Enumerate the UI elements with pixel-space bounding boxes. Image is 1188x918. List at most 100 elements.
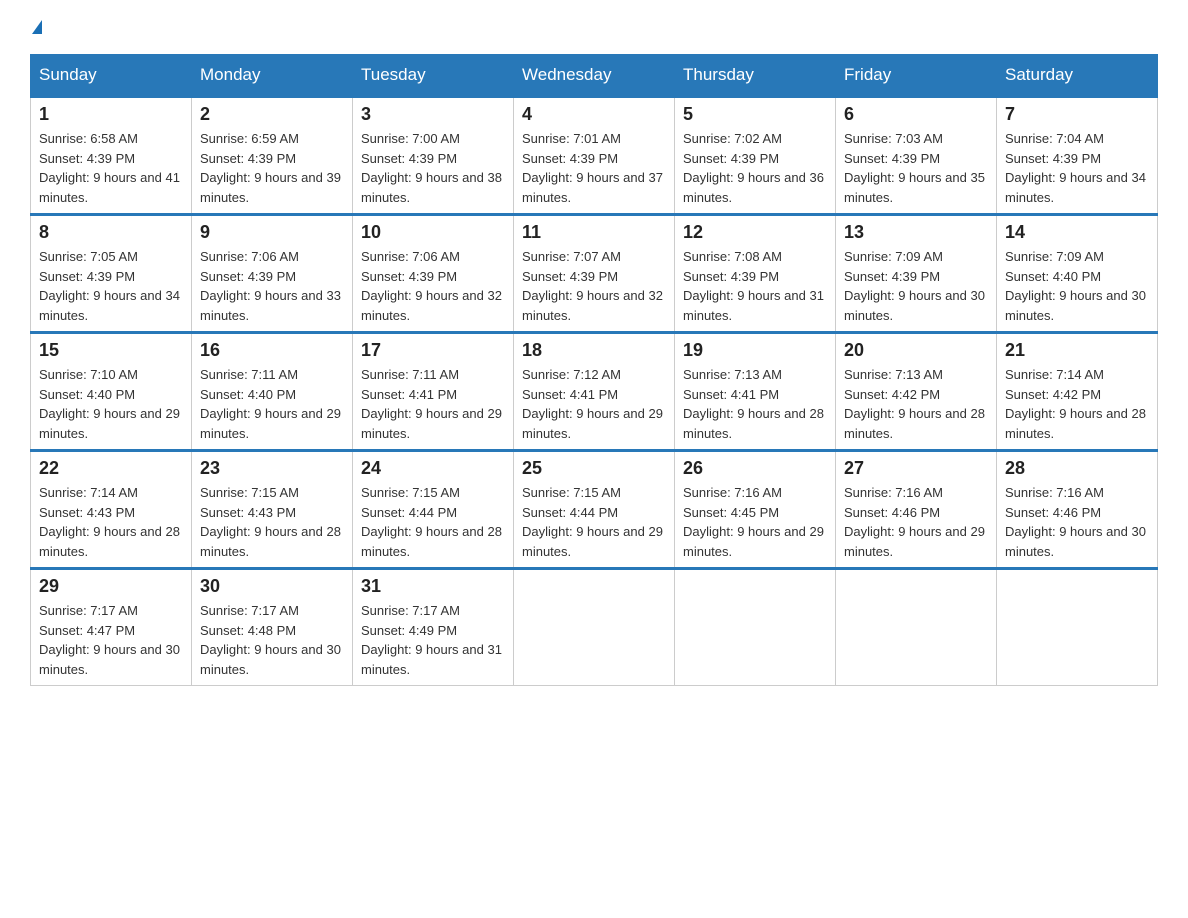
calendar-cell — [675, 569, 836, 686]
day-info: Sunrise: 7:06 AMSunset: 4:39 PMDaylight:… — [200, 247, 344, 325]
day-info: Sunrise: 7:17 AMSunset: 4:47 PMDaylight:… — [39, 601, 183, 679]
logo — [30, 20, 42, 34]
day-number: 23 — [200, 458, 344, 479]
day-number: 6 — [844, 104, 988, 125]
weekday-header-friday: Friday — [836, 55, 997, 97]
day-info: Sunrise: 7:09 AMSunset: 4:40 PMDaylight:… — [1005, 247, 1149, 325]
day-number: 24 — [361, 458, 505, 479]
day-number: 19 — [683, 340, 827, 361]
calendar-cell: 8 Sunrise: 7:05 AMSunset: 4:39 PMDaylight… — [31, 215, 192, 333]
calendar-cell: 19 Sunrise: 7:13 AMSunset: 4:41 PMDayligh… — [675, 333, 836, 451]
calendar-cell: 3 Sunrise: 7:00 AMSunset: 4:39 PMDaylight… — [353, 97, 514, 215]
day-number: 18 — [522, 340, 666, 361]
day-info: Sunrise: 7:14 AMSunset: 4:42 PMDaylight:… — [1005, 365, 1149, 443]
header — [30, 20, 1158, 34]
day-info: Sunrise: 7:02 AMSunset: 4:39 PMDaylight:… — [683, 129, 827, 207]
day-info: Sunrise: 7:11 AMSunset: 4:40 PMDaylight:… — [200, 365, 344, 443]
day-info: Sunrise: 7:09 AMSunset: 4:39 PMDaylight:… — [844, 247, 988, 325]
day-info: Sunrise: 7:17 AMSunset: 4:49 PMDaylight:… — [361, 601, 505, 679]
day-number: 3 — [361, 104, 505, 125]
weekday-header-saturday: Saturday — [997, 55, 1158, 97]
calendar-cell: 23 Sunrise: 7:15 AMSunset: 4:43 PMDayligh… — [192, 451, 353, 569]
calendar-cell: 21 Sunrise: 7:14 AMSunset: 4:42 PMDayligh… — [997, 333, 1158, 451]
day-number: 28 — [1005, 458, 1149, 479]
day-number: 27 — [844, 458, 988, 479]
day-info: Sunrise: 7:01 AMSunset: 4:39 PMDaylight:… — [522, 129, 666, 207]
day-number: 5 — [683, 104, 827, 125]
day-info: Sunrise: 6:58 AMSunset: 4:39 PMDaylight:… — [39, 129, 183, 207]
day-number: 17 — [361, 340, 505, 361]
calendar-cell: 4 Sunrise: 7:01 AMSunset: 4:39 PMDaylight… — [514, 97, 675, 215]
calendar-cell: 13 Sunrise: 7:09 AMSunset: 4:39 PMDayligh… — [836, 215, 997, 333]
weekday-header-row: SundayMondayTuesdayWednesdayThursdayFrid… — [31, 55, 1158, 97]
day-info: Sunrise: 7:08 AMSunset: 4:39 PMDaylight:… — [683, 247, 827, 325]
day-number: 8 — [39, 222, 183, 243]
day-number: 16 — [200, 340, 344, 361]
calendar-cell: 2 Sunrise: 6:59 AMSunset: 4:39 PMDaylight… — [192, 97, 353, 215]
day-info: Sunrise: 7:15 AMSunset: 4:44 PMDaylight:… — [361, 483, 505, 561]
calendar-table: SundayMondayTuesdayWednesdayThursdayFrid… — [30, 54, 1158, 686]
day-info: Sunrise: 7:06 AMSunset: 4:39 PMDaylight:… — [361, 247, 505, 325]
calendar-cell: 28 Sunrise: 7:16 AMSunset: 4:46 PMDayligh… — [997, 451, 1158, 569]
weekday-header-sunday: Sunday — [31, 55, 192, 97]
calendar-cell: 27 Sunrise: 7:16 AMSunset: 4:46 PMDayligh… — [836, 451, 997, 569]
day-info: Sunrise: 6:59 AMSunset: 4:39 PMDaylight:… — [200, 129, 344, 207]
week-row-4: 22Sunrise: 7:14 AMSunset: 4:43 PMDayligh… — [31, 451, 1158, 569]
day-number: 10 — [361, 222, 505, 243]
day-number: 26 — [683, 458, 827, 479]
day-number: 31 — [361, 576, 505, 597]
day-info: Sunrise: 7:07 AMSunset: 4:39 PMDaylight:… — [522, 247, 666, 325]
calendar-cell: 30Sunrise: 7:17 AMSunset: 4:48 PMDayligh… — [192, 569, 353, 686]
day-number: 15 — [39, 340, 183, 361]
day-info: Sunrise: 7:11 AMSunset: 4:41 PMDaylight:… — [361, 365, 505, 443]
calendar-cell: 14 Sunrise: 7:09 AMSunset: 4:40 PMDayligh… — [997, 215, 1158, 333]
calendar-cell: 7 Sunrise: 7:04 AMSunset: 4:39 PMDaylight… — [997, 97, 1158, 215]
day-number: 13 — [844, 222, 988, 243]
week-row-5: 29 Sunrise: 7:17 AMSunset: 4:47 PMDayligh… — [31, 569, 1158, 686]
day-info: Sunrise: 7:05 AMSunset: 4:39 PMDaylight:… — [39, 247, 183, 325]
weekday-header-tuesday: Tuesday — [353, 55, 514, 97]
calendar-cell: 31 Sunrise: 7:17 AMSunset: 4:49 PMDayligh… — [353, 569, 514, 686]
day-number: 7 — [1005, 104, 1149, 125]
day-info: Sunrise: 7:16 AMSunset: 4:46 PMDaylight:… — [1005, 483, 1149, 561]
day-info: Sunrise: 7:15 AMSunset: 4:44 PMDaylight:… — [522, 483, 666, 561]
day-info: Sunrise: 7:10 AMSunset: 4:40 PMDaylight:… — [39, 365, 183, 443]
calendar-cell — [836, 569, 997, 686]
day-number: 29 — [39, 576, 183, 597]
calendar-cell: 5 Sunrise: 7:02 AMSunset: 4:39 PMDaylight… — [675, 97, 836, 215]
calendar-cell — [997, 569, 1158, 686]
day-number: 21 — [1005, 340, 1149, 361]
day-number: 2 — [200, 104, 344, 125]
calendar-cell: 17 Sunrise: 7:11 AMSunset: 4:41 PMDayligh… — [353, 333, 514, 451]
day-info: Sunrise: 7:00 AMSunset: 4:39 PMDaylight:… — [361, 129, 505, 207]
calendar-cell: 15 Sunrise: 7:10 AMSunset: 4:40 PMDayligh… — [31, 333, 192, 451]
calendar-cell — [514, 569, 675, 686]
day-number: 1 — [39, 104, 183, 125]
day-info: Sunrise: 7:03 AMSunset: 4:39 PMDaylight:… — [844, 129, 988, 207]
day-number: 22 — [39, 458, 183, 479]
day-info: Sunrise: 7:12 AMSunset: 4:41 PMDaylight:… — [522, 365, 666, 443]
day-number: 4 — [522, 104, 666, 125]
week-row-3: 15 Sunrise: 7:10 AMSunset: 4:40 PMDayligh… — [31, 333, 1158, 451]
weekday-header-thursday: Thursday — [675, 55, 836, 97]
week-row-1: 1 Sunrise: 6:58 AMSunset: 4:39 PMDaylight… — [31, 97, 1158, 215]
logo-triangle-icon — [32, 20, 42, 34]
day-info: Sunrise: 7:16 AMSunset: 4:45 PMDaylight:… — [683, 483, 827, 561]
calendar-cell: 10 Sunrise: 7:06 AMSunset: 4:39 PMDayligh… — [353, 215, 514, 333]
calendar-cell: 26 Sunrise: 7:16 AMSunset: 4:45 PMDayligh… — [675, 451, 836, 569]
day-number: 12 — [683, 222, 827, 243]
day-number: 11 — [522, 222, 666, 243]
weekday-header-monday: Monday — [192, 55, 353, 97]
day-info: Sunrise: 7:16 AMSunset: 4:46 PMDaylight:… — [844, 483, 988, 561]
calendar-cell: 11 Sunrise: 7:07 AMSunset: 4:39 PMDayligh… — [514, 215, 675, 333]
day-info: Sunrise: 7:13 AMSunset: 4:42 PMDaylight:… — [844, 365, 988, 443]
day-number: 25 — [522, 458, 666, 479]
day-info: Sunrise: 7:04 AMSunset: 4:39 PMDaylight:… — [1005, 129, 1149, 207]
calendar-cell: 6 Sunrise: 7:03 AMSunset: 4:39 PMDaylight… — [836, 97, 997, 215]
calendar-cell: 12 Sunrise: 7:08 AMSunset: 4:39 PMDayligh… — [675, 215, 836, 333]
day-info: Sunrise: 7:15 AMSunset: 4:43 PMDaylight:… — [200, 483, 344, 561]
calendar-cell: 29 Sunrise: 7:17 AMSunset: 4:47 PMDayligh… — [31, 569, 192, 686]
calendar-cell: 24 Sunrise: 7:15 AMSunset: 4:44 PMDayligh… — [353, 451, 514, 569]
day-number: 14 — [1005, 222, 1149, 243]
day-info: Sunrise: 7:13 AMSunset: 4:41 PMDaylight:… — [683, 365, 827, 443]
